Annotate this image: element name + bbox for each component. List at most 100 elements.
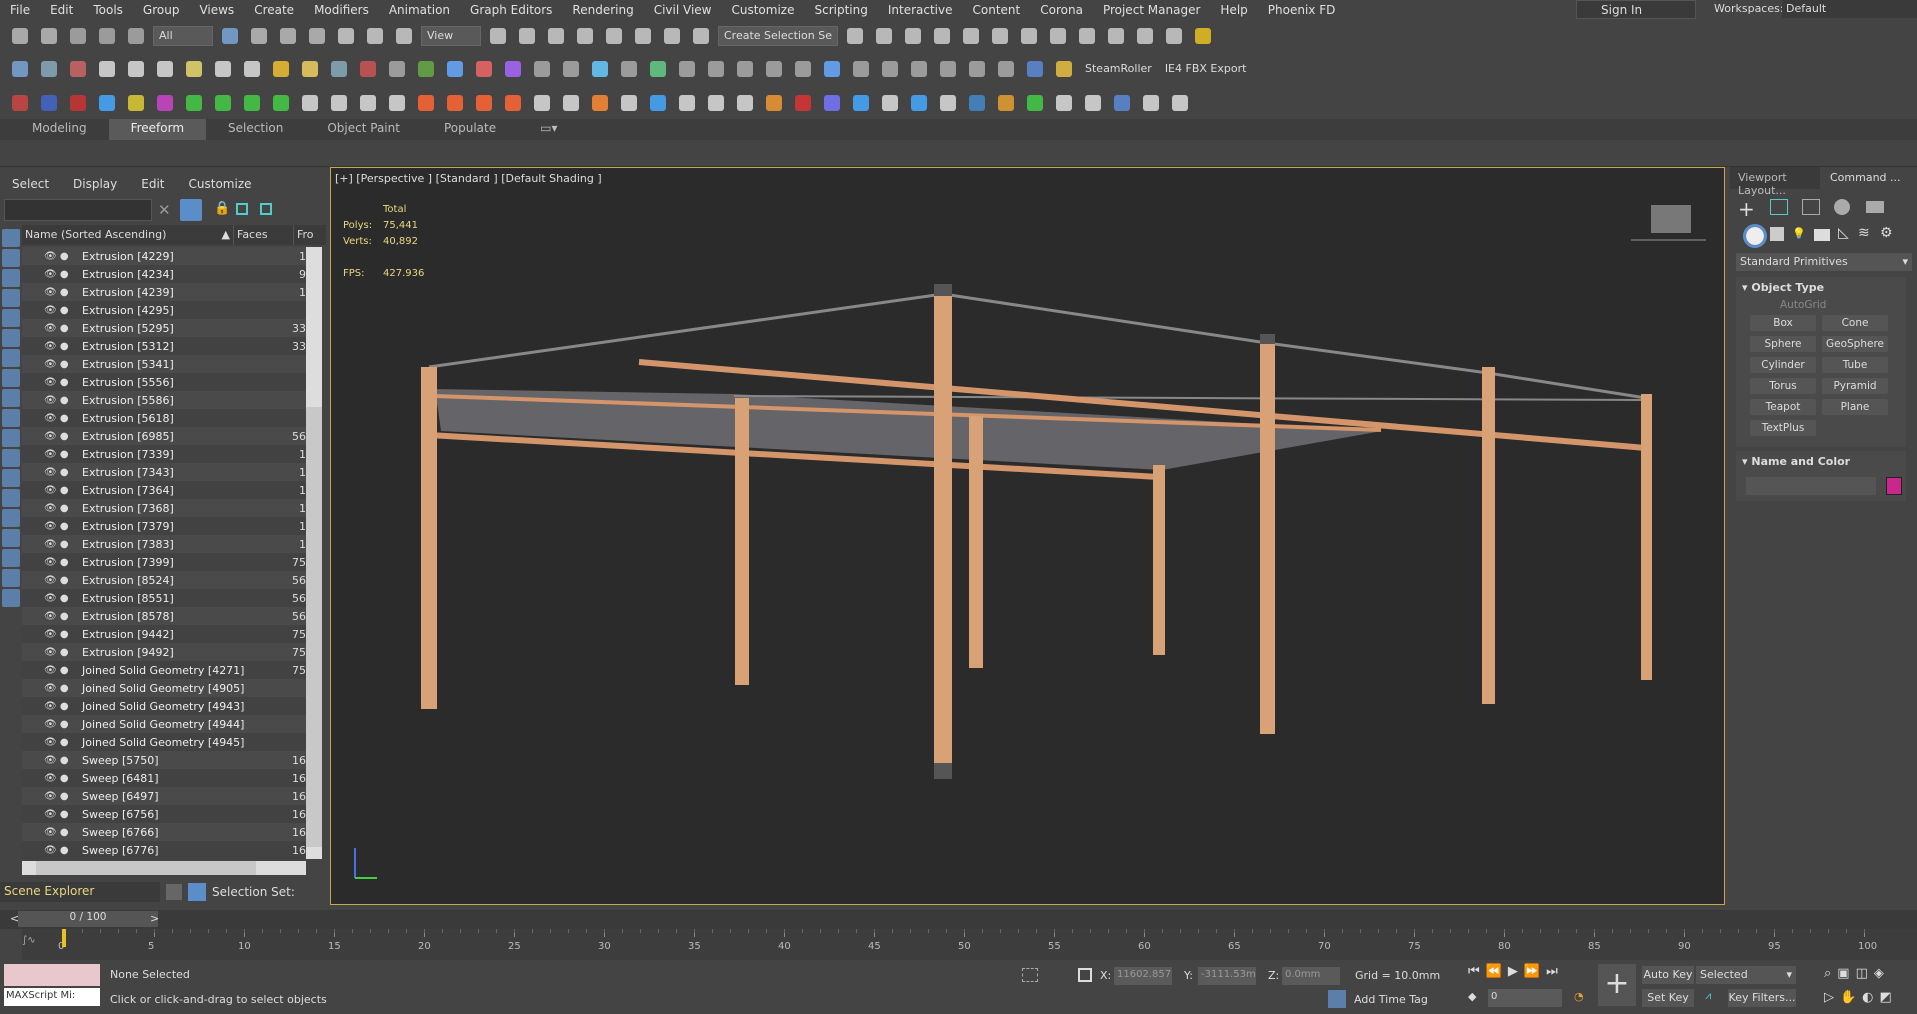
menu-modifiers[interactable]: Modifiers (304, 3, 379, 17)
list-item[interactable]: 👁 ●Sweep [6766]1606 (22, 823, 322, 841)
list-item[interactable]: 👁 ●Extrusion [5295]3383 (22, 319, 322, 337)
table-icon[interactable] (936, 58, 960, 80)
current-frame-marker[interactable] (62, 929, 66, 947)
menu-display[interactable]: Display (61, 177, 129, 191)
chair-icon[interactable] (878, 58, 902, 80)
lamp-icon[interactable] (994, 58, 1018, 80)
list-item[interactable]: 👁 ●Joined Solid Geometry [4944]64 (22, 715, 322, 733)
menu-rendering[interactable]: Rendering (562, 3, 643, 17)
time-config-icon[interactable]: ◔ (1574, 990, 1584, 1003)
list-item[interactable]: 👁 ●Extrusion [6985]5602 (22, 427, 322, 445)
cup2-icon[interactable] (704, 92, 728, 114)
visibility-toggle-icon[interactable]: 👁 ● (22, 773, 80, 784)
column-frozen[interactable]: Fro (294, 225, 324, 245)
menu-project-manager[interactable]: Project Manager (1093, 3, 1210, 17)
teapot-icon[interactable] (211, 58, 235, 80)
percent-snap-icon[interactable] (631, 25, 655, 47)
key-mode-dropdown[interactable]: Selected ▾ (1696, 966, 1796, 984)
fire2-icon[interactable] (443, 92, 467, 114)
fire3-icon[interactable] (472, 92, 496, 114)
menu-animation[interactable]: Animation (379, 3, 460, 17)
named-selection-dropdown[interactable]: Create Selection Se (718, 25, 838, 46)
ribbon-tab-populate[interactable]: Populate (422, 119, 518, 140)
filter-helpers-icon[interactable] (2, 309, 20, 327)
list-item[interactable]: 👁 ●Extrusion [9442]7507 (22, 625, 322, 643)
filter-none-icon[interactable] (2, 509, 20, 527)
plant-icon[interactable] (1023, 92, 1047, 114)
clear-search-icon[interactable]: ✕ (158, 201, 171, 219)
tangent-icon[interactable]: ⩘ (1705, 989, 1711, 1003)
geometry-icon[interactable] (1743, 224, 1767, 248)
rect-select-icon[interactable] (276, 25, 300, 47)
render-icon[interactable] (1133, 25, 1157, 47)
list-item[interactable]: 👁 ●Extrusion [7399]7507 (22, 553, 322, 571)
filter-shapes-icon[interactable] (2, 249, 20, 267)
curve-editor-toggle-icon[interactable]: ∫∿ (22, 935, 36, 946)
time-slider-thumb[interactable]: 0 / 100 (18, 911, 158, 927)
visibility-toggle-icon[interactable]: 👁 ● (22, 719, 80, 730)
filter-containers-icon[interactable] (2, 409, 20, 427)
menu-group[interactable]: Group (133, 3, 190, 17)
ribbon-tab-freeform[interactable]: Freeform (108, 119, 207, 140)
filter-frozen-icon[interactable] (2, 429, 20, 447)
visibility-toggle-icon[interactable]: 👁 ● (22, 431, 80, 442)
select-icon[interactable] (218, 25, 242, 47)
sun-icon[interactable] (269, 58, 293, 80)
cameras-icon[interactable] (1814, 229, 1830, 241)
list-item[interactable]: 👁 ●Extrusion [5618]36 (22, 409, 322, 427)
move-icon[interactable] (334, 25, 358, 47)
warning-icon[interactable] (1191, 25, 1215, 47)
list-item[interactable]: 👁 ●Extrusion [7383]192 (22, 535, 322, 553)
flame-icon[interactable] (588, 92, 612, 114)
menu-customize[interactable]: Customize (177, 177, 264, 191)
steamroller-button[interactable]: SteamRoller (1081, 62, 1156, 75)
track-bar[interactable]: 0510152025303540455055606570758085909510… (22, 929, 1917, 960)
filter-xrefs-icon[interactable] (2, 469, 20, 487)
visibility-toggle-icon[interactable]: 👁 ● (22, 683, 80, 694)
current-frame-input[interactable]: 0 (1488, 989, 1562, 1007)
menu-create[interactable]: Create (244, 3, 304, 17)
red-ball-icon[interactable] (791, 92, 815, 114)
filter-icon[interactable] (180, 199, 202, 221)
hierarchy-mode-icon[interactable] (188, 883, 206, 901)
visibility-toggle-icon[interactable]: 👁 ● (22, 269, 80, 280)
modify-icon[interactable] (1770, 199, 1788, 215)
key-filters-button[interactable]: Key Filters... (1728, 989, 1796, 1007)
fire-icon[interactable] (414, 92, 438, 114)
swirl-icon[interactable] (559, 92, 583, 114)
hierarchy-expand-icon[interactable] (260, 203, 272, 215)
splash-icon[interactable] (849, 92, 873, 114)
visibility-toggle-icon[interactable]: 👁 ● (22, 305, 80, 316)
sign-in-button[interactable]: Sign In (1576, 0, 1696, 19)
schematic-icon[interactable] (1017, 25, 1041, 47)
create-teapot-button[interactable]: Teapot (1750, 399, 1816, 415)
cube-icon[interactable] (849, 58, 873, 80)
fp-icon[interactable] (994, 92, 1018, 114)
filter-bones-icon[interactable] (2, 369, 20, 387)
add-time-tag-button[interactable]: Add Time Tag (1354, 993, 1428, 1006)
visibility-toggle-icon[interactable]: 👁 ● (22, 467, 80, 478)
horizontal-scrollbar[interactable] (22, 861, 306, 875)
box-red-icon[interactable] (8, 92, 32, 114)
rocks-icon[interactable] (385, 58, 409, 80)
list-item[interactable]: 👁 ●Extrusion [5556]36 (22, 373, 322, 391)
green-move-icon[interactable] (182, 92, 206, 114)
drop-icon[interactable] (95, 92, 119, 114)
scatter-icon[interactable] (327, 58, 351, 80)
list-item[interactable]: 👁 ●Sweep [5750]1606 (22, 751, 322, 769)
tools-icon[interactable] (1052, 92, 1076, 114)
column-faces[interactable]: Faces (234, 225, 294, 245)
create-plane-button[interactable]: Plane (1822, 399, 1888, 415)
light-icon[interactable] (95, 58, 119, 80)
snap-icon[interactable] (573, 25, 597, 47)
visibility-toggle-icon[interactable]: 👁 ● (22, 323, 80, 334)
menu-phoenix-fd[interactable]: Phoenix FD (1258, 3, 1346, 17)
plane-icon[interactable] (182, 58, 206, 80)
hierarchy-icon[interactable] (236, 203, 248, 215)
bulb-icon[interactable] (298, 58, 322, 80)
window-crossing-icon[interactable] (305, 25, 329, 47)
palette-icon[interactable] (820, 58, 844, 80)
explorer-dropdown[interactable]: Scene Explorer (0, 882, 160, 902)
menu-scripting[interactable]: Scripting (804, 3, 877, 17)
motion-icon[interactable] (1834, 199, 1850, 215)
